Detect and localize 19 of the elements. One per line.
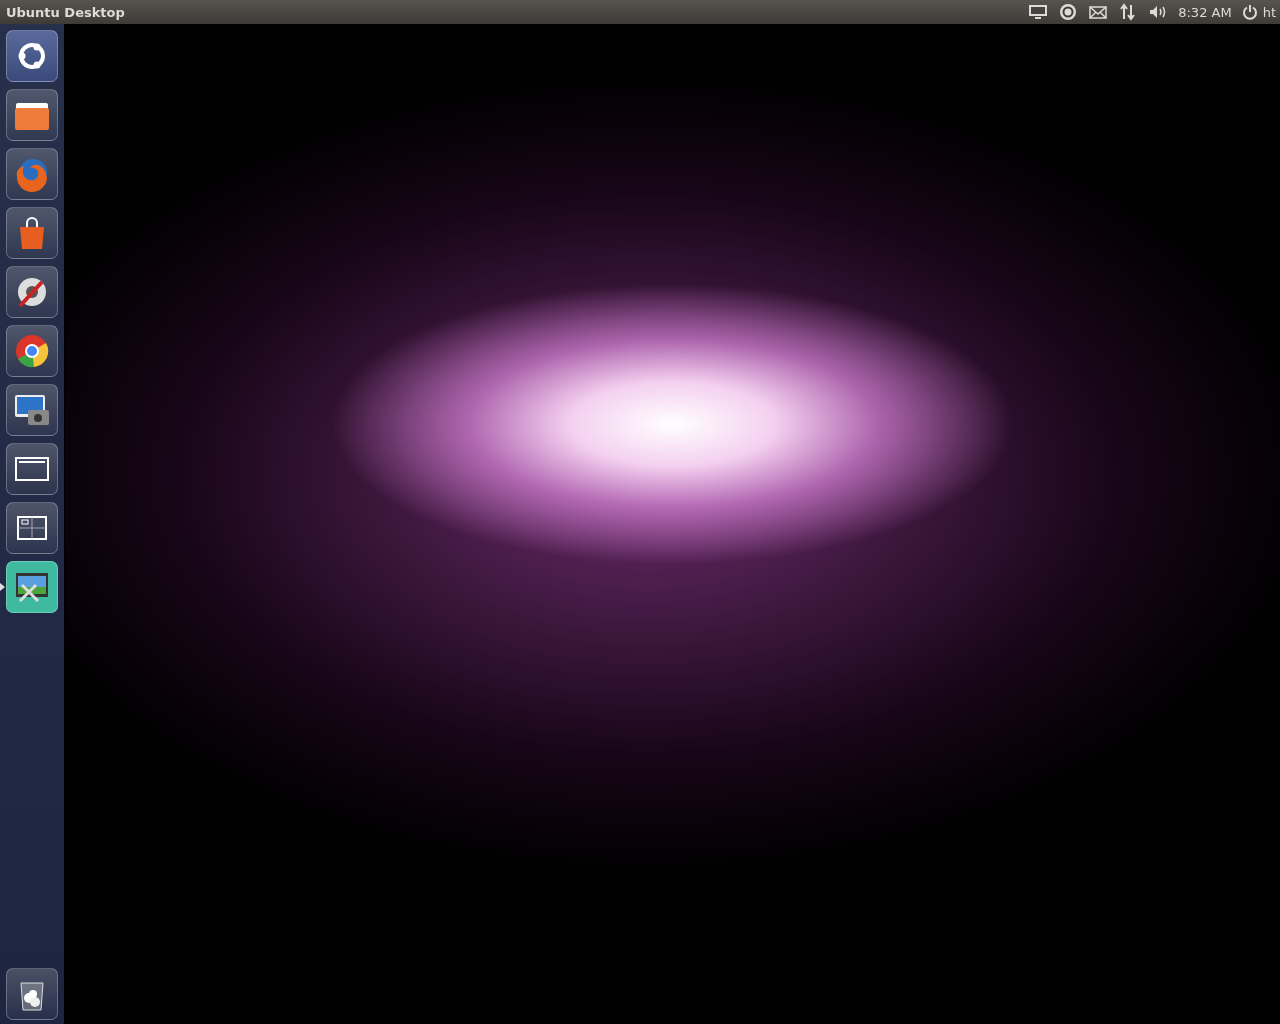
launcher-button[interactable] bbox=[6, 89, 58, 141]
launcher-button[interactable] bbox=[6, 443, 58, 495]
power-icon bbox=[1241, 4, 1258, 20]
launcher-button[interactable] bbox=[6, 325, 58, 377]
launcher-button[interactable] bbox=[6, 561, 58, 613]
mail-icon bbox=[1088, 3, 1109, 21]
session-menu[interactable]: ht bbox=[1241, 4, 1276, 20]
circle-logo-icon bbox=[1058, 3, 1079, 21]
launcher-button[interactable] bbox=[6, 30, 58, 82]
indicator-button[interactable] bbox=[1088, 3, 1109, 21]
display-icon bbox=[1028, 3, 1049, 21]
indicator-button[interactable] bbox=[1058, 3, 1079, 21]
clock-text[interactable]: 8:32 AM bbox=[1178, 4, 1232, 20]
window-title: Ubuntu Desktop bbox=[6, 4, 125, 20]
launcher-button[interactable] bbox=[6, 968, 58, 1020]
launcher-button[interactable] bbox=[6, 384, 58, 436]
indicator-button[interactable] bbox=[1028, 3, 1049, 21]
launcher-button[interactable] bbox=[6, 502, 58, 554]
launcher-button[interactable] bbox=[6, 266, 58, 318]
